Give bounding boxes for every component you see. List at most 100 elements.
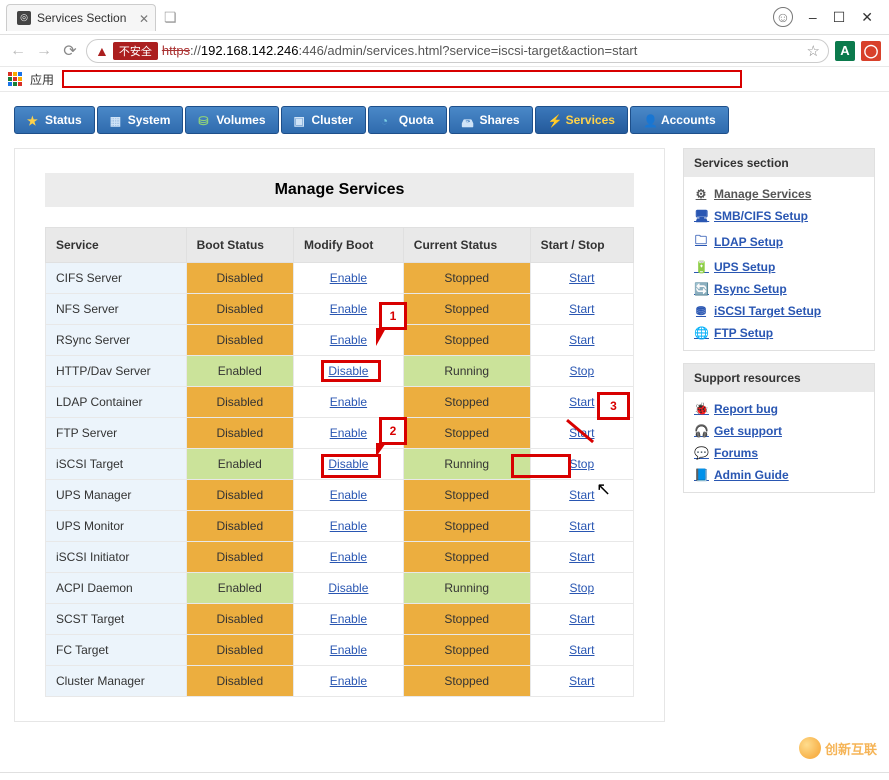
link-ldap-setup[interactable]: 🗀LDAP Setup (684, 227, 874, 256)
start-stop-link[interactable]: Start (569, 271, 594, 285)
cell-modify-boot: Enable (294, 480, 404, 511)
chat-icon: 💬 (694, 446, 708, 460)
nav-volumes[interactable]: ⛁Volumes (185, 106, 278, 134)
link-ftp-setup[interactable]: 🌐FTP Setup (684, 322, 874, 344)
link-iscsi-setup[interactable]: ⛃iSCSI Target Setup (684, 300, 874, 322)
modify-boot-link[interactable]: Disable (328, 364, 368, 378)
disk-icon: ⛃ (694, 304, 708, 318)
modify-boot-link[interactable]: Enable (330, 271, 367, 285)
nav-accounts[interactable]: 👤Accounts (630, 106, 729, 134)
new-tab-button[interactable]: ❏ (164, 9, 177, 26)
modify-boot-link[interactable]: Enable (330, 426, 367, 440)
nav-services[interactable]: ⚡Services (535, 106, 628, 134)
modify-boot-link[interactable]: Enable (330, 333, 367, 347)
cell-modify-boot: Enable (294, 635, 404, 666)
cell-start-stop: Start (530, 666, 633, 697)
modify-boot-link[interactable]: Enable (330, 674, 367, 688)
start-stop-link[interactable]: Start (569, 395, 594, 409)
link-get-support[interactable]: 🎧Get support (684, 420, 874, 442)
support-resources-header: Support resources (684, 364, 874, 392)
modify-boot-link[interactable]: Enable (330, 519, 367, 533)
start-stop-link[interactable]: Stop (569, 457, 594, 471)
cell-start-stop: Start (530, 418, 633, 449)
cell-boot-status: Disabled (186, 480, 293, 511)
modify-boot-link[interactable]: Disable (328, 457, 368, 471)
link-manage-services[interactable]: ⚙Manage Services (684, 183, 874, 205)
address-bar[interactable]: ▲ 不安全 https://192.168.142.246:446/admin/… (86, 39, 829, 63)
cell-boot-status: Disabled (186, 604, 293, 635)
start-stop-link[interactable]: Start (569, 550, 594, 564)
reload-button[interactable]: ⟳ (60, 41, 80, 61)
start-stop-link[interactable]: Start (569, 302, 594, 316)
start-stop-link[interactable]: Start (569, 426, 594, 440)
cell-start-stop: Start (530, 263, 633, 294)
start-stop-link[interactable]: Start (569, 674, 594, 688)
back-button[interactable]: ← (8, 42, 28, 60)
link-rsync-setup[interactable]: 🔄Rsync Setup (684, 278, 874, 300)
tab-close-icon[interactable]: ✕ (139, 12, 149, 26)
cell-current-status: Stopped (403, 325, 530, 356)
cell-modify-boot: Enable (294, 418, 404, 449)
nav-quota[interactable]: ◔Quota (368, 106, 447, 134)
modify-boot-link[interactable]: Disable (328, 581, 368, 595)
link-admin-guide[interactable]: 📘Admin Guide (684, 464, 874, 486)
cell-modify-boot: Enable (294, 325, 404, 356)
cell-service: SCST Target (46, 604, 187, 635)
quota-icon: ◔ (381, 114, 393, 126)
bookmarks-bar: 应用 (0, 66, 889, 92)
bookmark-star-icon[interactable]: ☆ (807, 42, 820, 60)
insecure-warning-icon: ▲ (95, 43, 109, 59)
nav-system[interactable]: ▦System (97, 106, 184, 134)
nav-status[interactable]: ★Status (14, 106, 95, 134)
nav-shares[interactable]: 🖴Shares (449, 106, 533, 134)
modify-boot-link[interactable]: Enable (330, 643, 367, 657)
profile-avatar-icon[interactable]: ☺ (773, 7, 793, 27)
window-minimize-button[interactable]: – (809, 9, 817, 25)
window-maximize-button[interactable]: ☐ (833, 9, 846, 26)
start-stop-link[interactable]: Stop (569, 364, 594, 378)
col-current-status: Current Status (403, 228, 530, 263)
modify-boot-link[interactable]: Enable (330, 488, 367, 502)
cell-start-stop: Stop (530, 356, 633, 387)
cell-boot-status: Disabled (186, 542, 293, 573)
modify-boot-link[interactable]: Enable (330, 395, 367, 409)
apps-label[interactable]: 应用 (30, 71, 54, 88)
col-service: Service (46, 228, 187, 263)
cell-boot-status: Enabled (186, 356, 293, 387)
link-smb-setup[interactable]: 🖥SMB/CIFS Setup (684, 205, 874, 227)
cell-boot-status: Enabled (186, 573, 293, 604)
table-row: RSync ServerDisabledEnableStoppedStart (46, 325, 634, 356)
url-text: https://192.168.142.246:446/admin/servic… (162, 43, 638, 58)
apps-icon[interactable] (8, 72, 22, 86)
window-close-button[interactable]: ✕ (861, 9, 873, 26)
start-stop-link[interactable]: Start (569, 488, 594, 502)
extension-o-icon[interactable]: ◯ (861, 41, 881, 61)
cell-start-stop: Start (530, 604, 633, 635)
link-report-bug[interactable]: 🐞Report bug (684, 398, 874, 420)
cell-current-status: Stopped (403, 542, 530, 573)
browser-tab[interactable]: ◎ Services Section ✕ (6, 4, 156, 31)
cell-current-status: Stopped (403, 263, 530, 294)
cell-start-stop: Stop (530, 573, 633, 604)
cell-service: UPS Manager (46, 480, 187, 511)
modify-boot-link[interactable]: Enable (330, 612, 367, 626)
tab-favicon: ◎ (17, 11, 31, 25)
link-ups-setup[interactable]: 🔋UPS Setup (684, 256, 874, 278)
forward-button[interactable]: → (34, 42, 54, 60)
cell-current-status: Stopped (403, 418, 530, 449)
extension-a-icon[interactable]: A (835, 41, 855, 61)
nav-cluster[interactable]: ▣Cluster (281, 106, 366, 134)
computer-icon: 🖥 (694, 209, 708, 223)
cell-boot-status: Disabled (186, 666, 293, 697)
start-stop-link[interactable]: Stop (569, 581, 594, 595)
modify-boot-link[interactable]: Enable (330, 302, 367, 316)
cell-modify-boot: Enable (294, 511, 404, 542)
start-stop-link[interactable]: Start (569, 643, 594, 657)
start-stop-link[interactable]: Start (569, 612, 594, 626)
modify-boot-link[interactable]: Enable (330, 550, 367, 564)
start-stop-link[interactable]: Start (569, 333, 594, 347)
cell-modify-boot: Enable (294, 263, 404, 294)
start-stop-link[interactable]: Start (569, 519, 594, 533)
link-forums[interactable]: 💬Forums (684, 442, 874, 464)
watermark-logo-icon (799, 737, 821, 759)
